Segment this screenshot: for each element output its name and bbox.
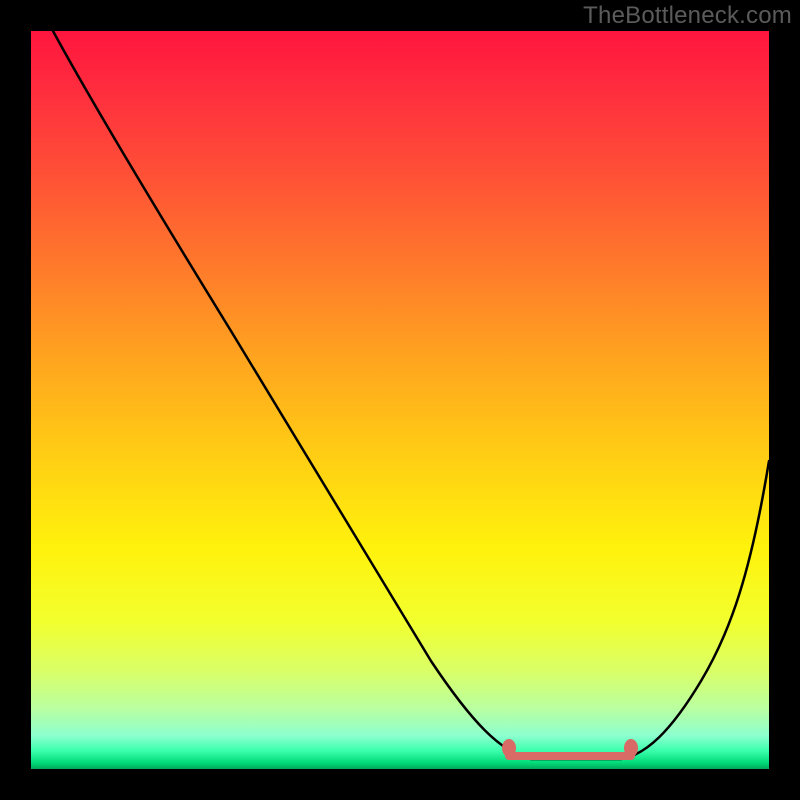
plot-area <box>31 31 769 769</box>
watermark-text: TheBottleneck.com <box>583 2 792 30</box>
marker-right <box>624 739 638 757</box>
bottleneck-curve <box>53 31 769 759</box>
marker-left <box>502 739 516 757</box>
curve-layer <box>31 31 769 769</box>
chart-frame: TheBottleneck.com <box>0 0 800 800</box>
